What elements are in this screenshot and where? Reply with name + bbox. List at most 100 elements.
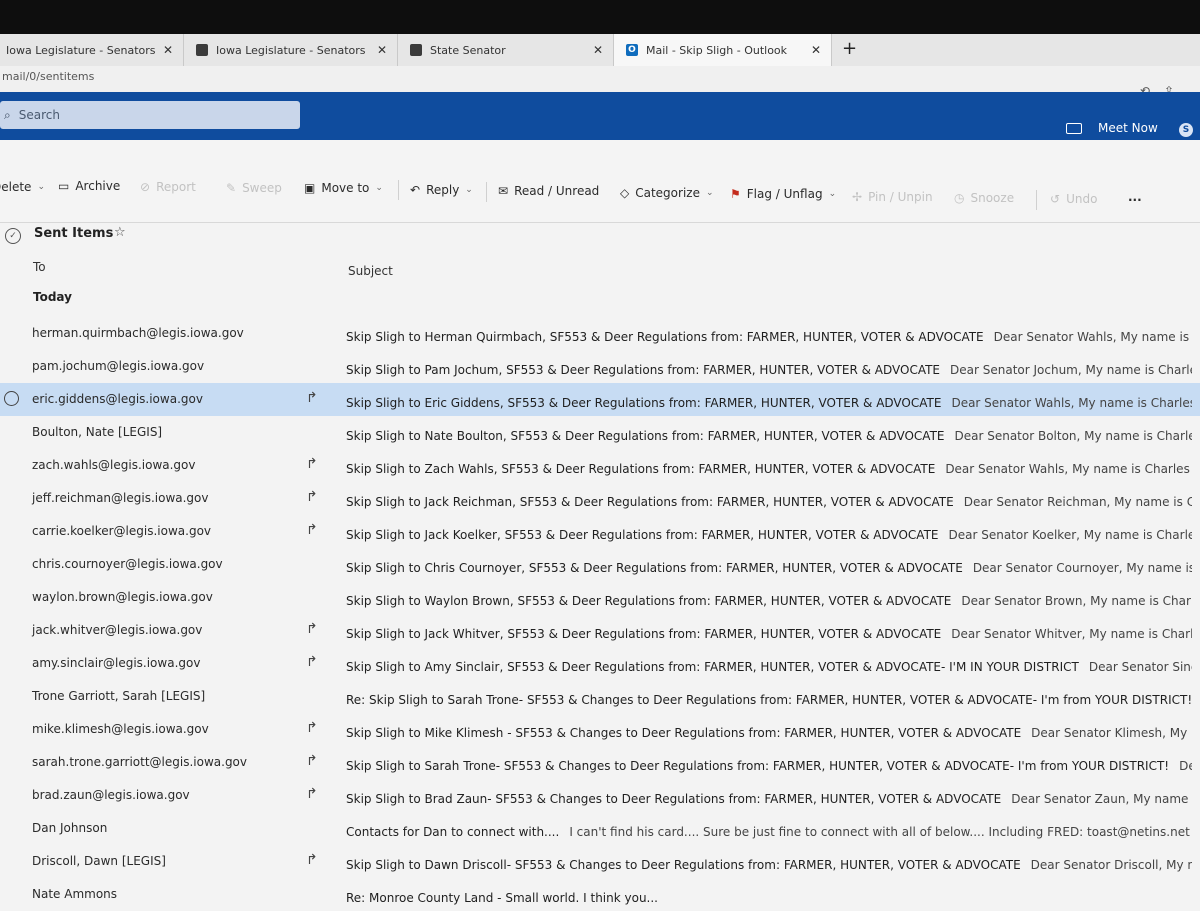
- subject-text: Skip Sligh to Zach Wahls, SF553 & Deer R…: [346, 462, 936, 476]
- pin-unpin-button[interactable]: ✢ Pin / Unpin: [852, 190, 933, 204]
- message-preview: Dear Senator Wahls, My name is Charles "…: [951, 396, 1192, 410]
- message-subject: Re: Skip Sligh to Sarah Trone- SF553 & C…: [346, 693, 1192, 707]
- chevron-down-icon[interactable]: ⌄: [465, 185, 473, 195]
- message-recipient: Nate Ammons: [32, 887, 118, 901]
- star-icon[interactable]: ☆: [114, 225, 126, 240]
- browser-tab[interactable]: State Senator ✕: [398, 34, 614, 66]
- message-row[interactable]: Nate Ammons Re: Monroe County Land - Smal…: [0, 878, 1200, 911]
- avatar[interactable]: S: [1179, 123, 1193, 137]
- select-radio[interactable]: [4, 391, 19, 406]
- message-row[interactable]: brad.zaun@legis.iowa.gov ↱ Skip Sligh to B…: [0, 779, 1200, 812]
- message-subject: Skip Sligh to Jack Reichman, SF553 & Dee…: [346, 495, 1192, 509]
- select-all-checkbox[interactable]: ✓: [5, 228, 21, 244]
- message-recipient: amy.sinclair@legis.iowa.gov: [32, 656, 201, 670]
- report-button[interactable]: ⊘ Report: [140, 180, 196, 194]
- message-preview: Dear Senator Bolton, My name is Charles …: [954, 429, 1192, 443]
- forwarded-icon: ↱: [306, 654, 318, 670]
- toolbar-divider: [1036, 190, 1037, 210]
- message-row[interactable]: herman.quirmbach@legis.iowa.gov Skip Slig…: [0, 317, 1200, 350]
- forwarded-icon: ↱: [306, 720, 318, 736]
- site-favicon-icon: [410, 44, 422, 56]
- message-row[interactable]: zach.wahls@legis.iowa.gov ↱ Skip Sligh to …: [0, 449, 1200, 482]
- message-row[interactable]: mike.klimesh@legis.iowa.gov ↱ Skip Sligh t…: [0, 713, 1200, 746]
- flag-unflag-button[interactable]: ⚑ Flag / Unflag ⌄: [730, 187, 836, 201]
- read-unread-button[interactable]: ✉ Read / Unread: [498, 184, 599, 198]
- envelope-open-icon: ✉: [498, 184, 509, 198]
- command-toolbar: Delete ⌄ ▭ Archive ⊘ Report ✎ Sweep ▣ Move to…: [0, 140, 1200, 223]
- toolbar-divider: [398, 180, 399, 200]
- message-preview: Dear Senator Brown, My name is Charles "…: [961, 594, 1192, 608]
- message-row[interactable]: eric.giddens@legis.iowa.gov ↱ Skip Sligh t…: [0, 383, 1200, 416]
- message-row[interactable]: Boulton, Nate [LEGIS] Skip Sligh to Nate …: [0, 416, 1200, 449]
- close-icon[interactable]: ✕: [377, 43, 387, 57]
- archive-button[interactable]: ▭ Archive: [58, 179, 120, 193]
- browser-tab-active[interactable]: O Mail - Skip Sligh - Outlook ✕: [614, 34, 832, 66]
- message-row[interactable]: pam.jochum@legis.iowa.gov Skip Sligh to P…: [0, 350, 1200, 383]
- chevron-down-icon[interactable]: ⌄: [829, 189, 837, 199]
- flag-icon: ⚑: [730, 187, 741, 201]
- message-subject: Skip Sligh to Eric Giddens, SF553 & Deer…: [346, 396, 1192, 410]
- url-text[interactable]: mail/0/sentitems: [2, 70, 94, 83]
- subject-text: Skip Sligh to Jack Koelker, SF553 & Deer…: [346, 528, 939, 542]
- report-icon: ⊘: [140, 180, 151, 194]
- categorize-button[interactable]: ◇ Categorize ⌄: [620, 186, 714, 200]
- chevron-down-icon[interactable]: ⌄: [37, 182, 45, 192]
- screen-bezel: [0, 0, 1200, 34]
- message-subject: Skip Sligh to Pam Jochum, SF553 & Deer R…: [346, 363, 1192, 377]
- message-recipient: eric.giddens@legis.iowa.gov: [32, 392, 203, 406]
- browser-tab[interactable]: Iowa Legislature - Senators ✕: [0, 34, 184, 66]
- forwarded-icon: ↱: [306, 621, 318, 637]
- message-recipient: herman.quirmbach@legis.iowa.gov: [32, 326, 244, 340]
- reply-icon: ↶: [410, 183, 421, 197]
- message-row[interactable]: Trone Garriott, Sarah [LEGIS] Re: Skip Sl…: [0, 680, 1200, 713]
- close-icon[interactable]: ✕: [811, 43, 821, 57]
- message-subject: Skip Sligh to Jack Whitver, SF553 & Deer…: [346, 627, 1192, 641]
- close-icon[interactable]: ✕: [593, 43, 603, 57]
- column-header-subject[interactable]: Subject: [348, 264, 393, 278]
- message-subject: Skip Sligh to Waylon Brown, SF553 & Deer…: [346, 594, 1192, 608]
- address-bar[interactable]: mail/0/sentitems ⟲⇪: [0, 66, 1200, 98]
- sweep-button[interactable]: ✎ Sweep: [226, 181, 282, 195]
- message-subject: Skip Sligh to Nate Boulton, SF553 & Deer…: [346, 429, 1192, 443]
- message-recipient: carrie.koelker@legis.iowa.gov: [32, 524, 212, 538]
- meet-now-button[interactable]: Meet Now: [1066, 121, 1158, 135]
- chevron-down-icon[interactable]: ⌄: [706, 188, 714, 198]
- message-row[interactable]: Driscoll, Dawn [LEGIS] ↱ Skip Sligh to Daw…: [0, 845, 1200, 878]
- message-row[interactable]: Dan Johnson Contacts for Dan to connect w…: [0, 812, 1200, 845]
- subject-text: Skip Sligh to Amy Sinclair, SF553 & Deer…: [346, 660, 1079, 674]
- snooze-button[interactable]: ◷ Snooze: [954, 191, 1014, 205]
- message-row[interactable]: carrie.koelker@legis.iowa.gov ↱ Skip Sligh…: [0, 515, 1200, 548]
- subject-text: Skip Sligh to Jack Whitver, SF553 & Deer…: [346, 627, 942, 641]
- pin-icon: ✢: [852, 190, 863, 204]
- message-row[interactable]: chris.cournoyer@legis.iowa.gov Skip Sligh…: [0, 548, 1200, 581]
- video-camera-icon: [1066, 122, 1082, 134]
- read-unread-label: Read / Unread: [514, 184, 600, 198]
- search-box[interactable]: ⌕ Search: [0, 101, 300, 129]
- message-subject: Re: Monroe County Land - Small world. I …: [346, 891, 1192, 905]
- column-header-to[interactable]: To: [33, 260, 46, 274]
- message-preview: Dear Senator Reichman, My name is Charle…: [963, 495, 1192, 509]
- folder-header: ✓ Sent Items ☆: [0, 222, 1200, 252]
- message-row[interactable]: waylon.brown@legis.iowa.gov Skip Sligh to…: [0, 581, 1200, 614]
- message-row[interactable]: jeff.reichman@legis.iowa.gov ↱ Skip Sligh …: [0, 482, 1200, 515]
- message-preview: Dear Senator Wahls, My name is Charles "…: [993, 330, 1192, 344]
- close-icon[interactable]: ✕: [163, 43, 173, 57]
- message-row[interactable]: sarah.trone.garriott@legis.iowa.gov ↱ Skip…: [0, 746, 1200, 779]
- message-recipient: sarah.trone.garriott@legis.iowa.gov: [32, 755, 247, 769]
- message-row[interactable]: jack.whitver@legis.iowa.gov ↱ Skip Sligh t…: [0, 614, 1200, 647]
- chevron-down-icon[interactable]: ⌄: [375, 183, 383, 193]
- move-to-button[interactable]: ▣ Move to ⌄: [304, 181, 383, 195]
- subject-text: Skip Sligh to Dawn Driscoll- SF553 & Cha…: [346, 858, 1021, 872]
- search-input[interactable]: Search: [19, 108, 60, 122]
- message-recipient: brad.zaun@legis.iowa.gov: [32, 788, 190, 802]
- subject-text: Skip Sligh to Chris Cournoyer, SF553 & D…: [346, 561, 963, 575]
- message-recipient: zach.wahls@legis.iowa.gov: [32, 458, 196, 472]
- browser-tab[interactable]: Iowa Legislature - Senators ✕: [184, 34, 398, 66]
- message-row[interactable]: amy.sinclair@legis.iowa.gov ↱ Skip Sligh t…: [0, 647, 1200, 680]
- delete-button[interactable]: Delete ⌄: [0, 180, 45, 194]
- undo-button[interactable]: ↺ Undo: [1050, 192, 1097, 206]
- more-options-button[interactable]: ...: [1128, 190, 1142, 204]
- folder-move-icon: ▣: [304, 181, 316, 195]
- reply-button[interactable]: ↶ Reply ⌄: [410, 183, 473, 197]
- new-tab-button[interactable]: +: [842, 38, 857, 59]
